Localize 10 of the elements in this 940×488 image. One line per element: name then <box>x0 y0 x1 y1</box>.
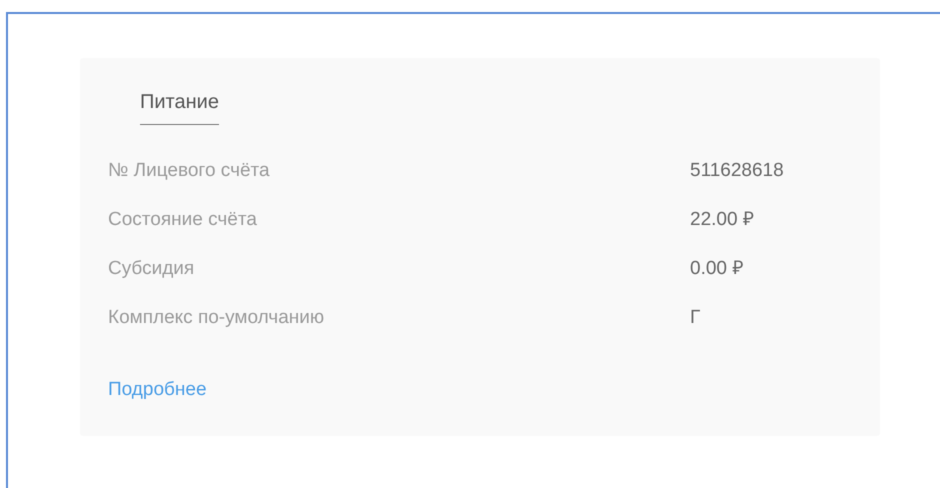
field-value: 22.00 ₽ <box>690 208 755 232</box>
field-value: 0.00 ₽ <box>690 257 744 281</box>
field-value: Г <box>690 306 702 330</box>
field-label: Состояние счёта <box>108 208 258 232</box>
field-label: Комплекс по-умолчанию <box>108 306 326 330</box>
details-link[interactable]: Подробнее <box>108 378 207 402</box>
section-title: Питание <box>140 91 219 125</box>
field-value: 511628618 <box>690 159 785 183</box>
field-label: Субсидия <box>108 257 196 281</box>
field-label: № Лицевого счёта <box>108 159 271 183</box>
